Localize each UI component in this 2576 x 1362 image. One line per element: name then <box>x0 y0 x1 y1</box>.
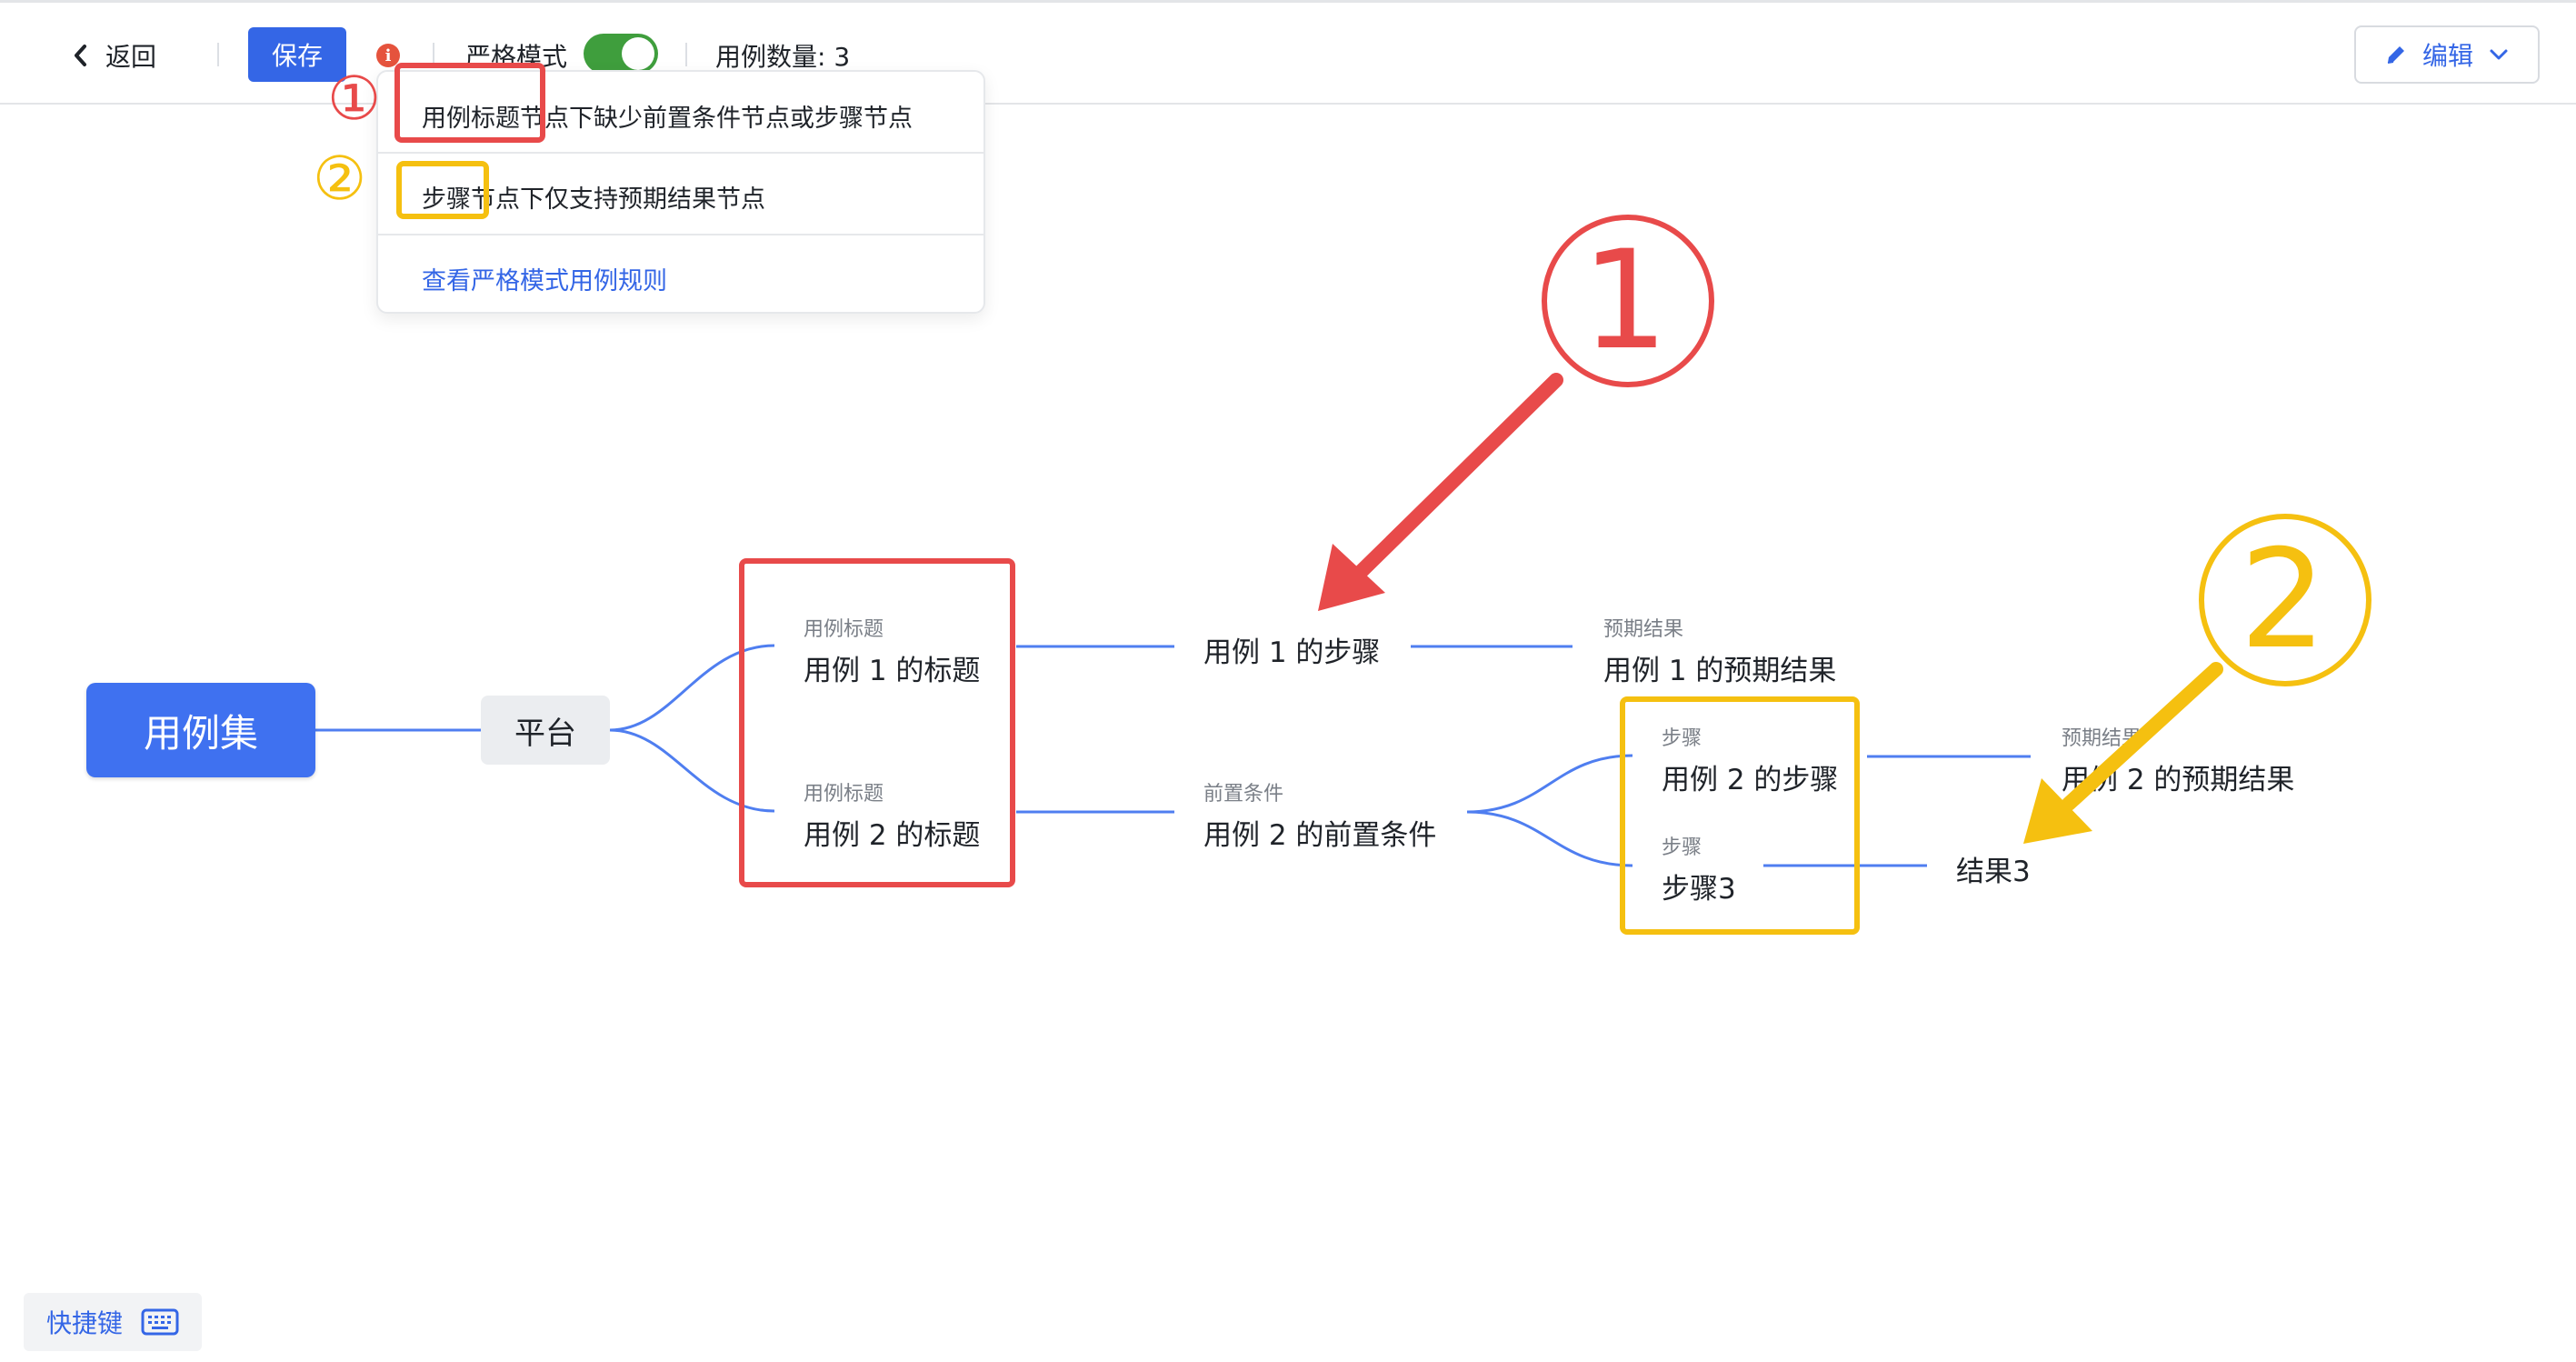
annotation-numeral-1: 1 <box>1582 222 1669 380</box>
annotation-arrow-2 <box>2062 662 2223 811</box>
annotation-arrows <box>1318 215 2371 844</box>
keyboard-icon <box>141 1308 179 1336</box>
shortcut-label: 快捷键 <box>45 1308 123 1338</box>
annotation-arrow-1 <box>1353 373 1563 580</box>
shortcut-button[interactable]: 快捷键 <box>24 1293 202 1351</box>
mindmap-editor-page: 返回 保存 i 严格模式 用例数量: 3 编辑 用例标题节点下缺少前置条件节点或… <box>0 0 2576 1362</box>
annotation-numeral-2: 2 <box>2240 521 2327 679</box>
